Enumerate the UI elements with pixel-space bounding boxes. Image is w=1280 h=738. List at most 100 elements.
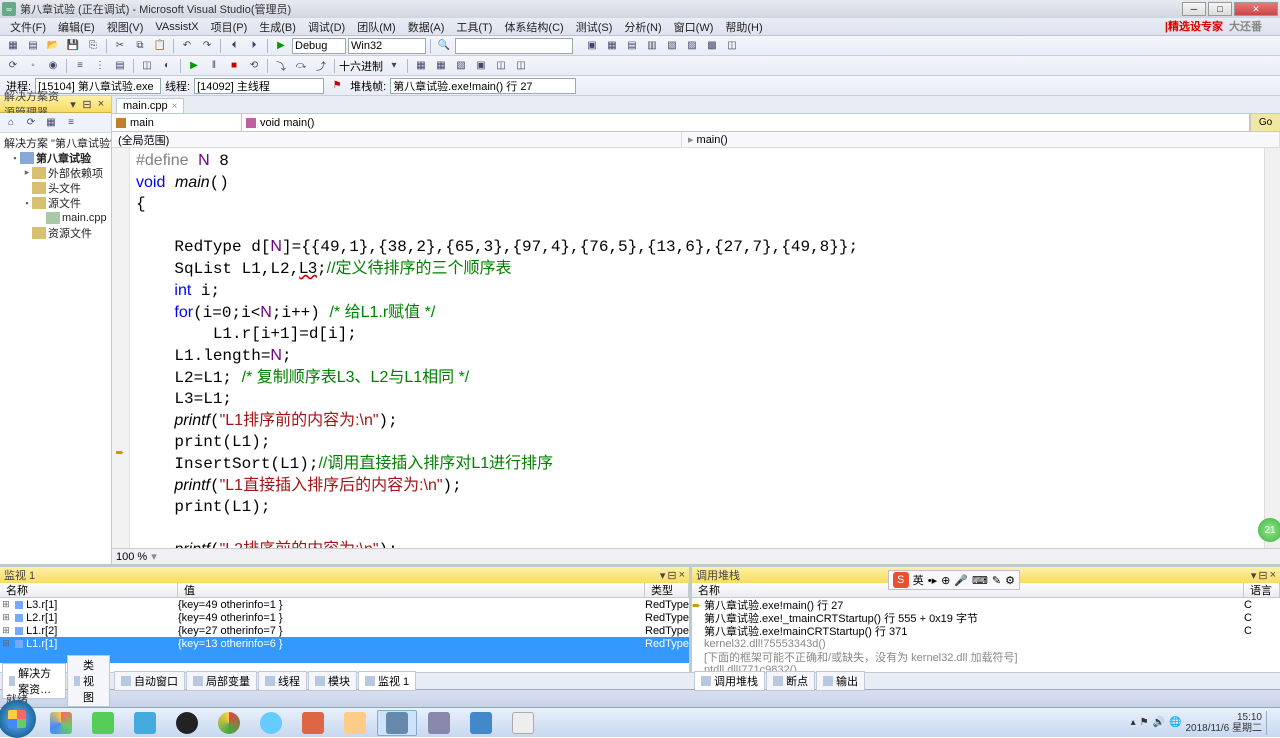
panel-close-icon[interactable]: ×: [95, 98, 107, 111]
menu-data[interactable]: 数据(A): [402, 19, 451, 35]
panel-dropdown-icon[interactable]: ▾: [67, 98, 79, 111]
dbg-x1-icon[interactable]: ▦: [412, 58, 430, 74]
dbg-x3-icon[interactable]: ▧: [452, 58, 470, 74]
ime-opt4-icon[interactable]: ⌨: [972, 574, 988, 587]
tool-c-icon[interactable]: ▤: [623, 38, 641, 54]
project-node[interactable]: 第八章试验: [36, 150, 91, 166]
btab-callstack[interactable]: 调用堆栈: [694, 671, 765, 691]
task-app2[interactable]: [419, 710, 459, 736]
btab-classview[interactable]: 类视图: [67, 655, 110, 707]
step-over-icon[interactable]: ⤼: [292, 58, 310, 74]
task-app3[interactable]: [503, 710, 543, 736]
thread-flag-icon[interactable]: ⚑: [328, 78, 346, 94]
watch-col-value[interactable]: 值: [178, 583, 645, 597]
step-into-icon[interactable]: ⤵: [272, 58, 290, 74]
btab-locals[interactable]: 局部变量: [186, 671, 257, 691]
tray-icon2[interactable]: 🔊: [1153, 717, 1165, 728]
dbg-f-icon[interactable]: ▤: [111, 58, 129, 74]
tool-g-icon[interactable]: ▩: [703, 38, 721, 54]
task-edge[interactable]: [251, 710, 291, 736]
folder-source[interactable]: 源文件: [48, 195, 81, 211]
cs-close-icon[interactable]: ×: [1270, 569, 1276, 582]
dbg-e-icon[interactable]: ⋮: [91, 58, 109, 74]
scope-left[interactable]: (全局范围): [112, 132, 682, 147]
panel-pin-icon[interactable]: ⊟: [81, 98, 93, 111]
step-out-icon[interactable]: ⤴: [312, 58, 330, 74]
watch-row[interactable]: ⊞ L1.r[2]{key=27 otherinfo=7 }RedType: [0, 624, 689, 637]
start-button[interactable]: [0, 700, 36, 738]
task-ie[interactable]: [125, 710, 165, 736]
dbg-x2-icon[interactable]: ▦: [432, 58, 450, 74]
system-clock[interactable]: 15:102018/11/6 星期二: [1185, 712, 1262, 734]
code-editor[interactable]: #define N 8 void main() { RedType d[N]={…: [112, 148, 1280, 548]
restart-icon[interactable]: ⟲: [245, 58, 263, 74]
solution-node[interactable]: 解决方案 "第八章试验": [4, 135, 111, 151]
menu-window[interactable]: 窗口(W): [668, 19, 720, 35]
find-combo[interactable]: [455, 38, 573, 54]
watch-col-type[interactable]: 类型: [645, 583, 689, 597]
sol-refresh-icon[interactable]: ⟳: [22, 115, 40, 131]
scope-class-combo[interactable]: main: [130, 117, 154, 129]
callstack-row[interactable]: [下面的框架可能不正确和/或缺失，没有为 kernel32.dll 加载符号]: [692, 650, 1280, 663]
thread-combo[interactable]: [14092] 主线程: [194, 78, 324, 94]
cs-col-lang[interactable]: 语言: [1244, 583, 1280, 597]
file-tab-main[interactable]: main.cpp×: [116, 98, 184, 113]
find-icon[interactable]: 🔍: [435, 38, 453, 54]
sol-showall-icon[interactable]: ▦: [42, 115, 60, 131]
continue-icon[interactable]: ▶: [185, 58, 203, 74]
dbg-x6-icon[interactable]: ◫: [512, 58, 530, 74]
menu-project[interactable]: 项目(P): [205, 19, 254, 35]
dbg-c-icon[interactable]: ◉: [44, 58, 62, 74]
frame-combo[interactable]: 第八章试验.exe!main() 行 27: [390, 78, 576, 94]
folder-resource[interactable]: 资源文件: [48, 225, 92, 241]
tool-h-icon[interactable]: ◫: [723, 38, 741, 54]
open-icon[interactable]: 📂: [44, 38, 62, 54]
menu-arch[interactable]: 体系结构(C): [498, 19, 569, 35]
tool-d-icon[interactable]: ▥: [643, 38, 661, 54]
ime-bar[interactable]: S 英 •▸ ⊕ 🎤 ⌨ ✎ ⚙: [888, 570, 1020, 590]
tool-f-icon[interactable]: ▨: [683, 38, 701, 54]
tray-icon3[interactable]: 🌐: [1169, 717, 1181, 728]
menu-view[interactable]: 视图(V): [101, 19, 150, 35]
watch-pin-icon[interactable]: ⊟: [667, 569, 676, 582]
platform-combo[interactable]: Win32: [348, 38, 426, 54]
menu-build[interactable]: 生成(B): [253, 19, 302, 35]
editor-gutter[interactable]: [112, 148, 130, 548]
zoom-combo[interactable]: 100 %: [116, 551, 147, 563]
stop-debug-icon[interactable]: ■: [225, 58, 243, 74]
close-button[interactable]: ✕: [1234, 2, 1278, 16]
btab-autos[interactable]: 自动窗口: [114, 671, 185, 691]
dbg-b-icon[interactable]: ◦: [24, 58, 42, 74]
watch-col-name[interactable]: 名称: [0, 583, 178, 597]
btab-modules[interactable]: 模块: [308, 671, 357, 691]
tool-e-icon[interactable]: ▧: [663, 38, 681, 54]
ime-opt5-icon[interactable]: ✎: [992, 574, 1001, 587]
menu-file[interactable]: 文件(F): [4, 19, 52, 35]
tool-a-icon[interactable]: ▣: [583, 38, 601, 54]
tab-close-icon[interactable]: ×: [172, 101, 178, 112]
new-project-icon[interactable]: ▦: [4, 38, 22, 54]
task-wechat[interactable]: [83, 710, 123, 736]
ime-opt6-icon[interactable]: ⚙: [1005, 574, 1015, 587]
config-combo[interactable]: Debug: [292, 38, 346, 54]
vertical-scrollbar[interactable]: [1264, 148, 1280, 548]
task-app1[interactable]: [41, 710, 81, 736]
show-desktop-button[interactable]: [1266, 711, 1274, 735]
dbg-x4-icon[interactable]: ▣: [472, 58, 490, 74]
dbg-h-icon[interactable]: ◐: [158, 58, 176, 74]
menu-vassist[interactable]: VAssistX: [149, 21, 204, 33]
paste-icon[interactable]: 📋: [151, 38, 169, 54]
menu-help[interactable]: 帮助(H): [719, 19, 768, 35]
watch-row[interactable]: ⊞ L2.r[1]{key=49 otherinfo=1 }RedType: [0, 611, 689, 624]
dbg-g-icon[interactable]: ◫: [138, 58, 156, 74]
menu-edit[interactable]: 编辑(E): [52, 19, 101, 35]
scope-member-combo[interactable]: void main(): [260, 117, 314, 129]
scope-right[interactable]: main(): [697, 134, 728, 146]
go-button[interactable]: Go: [1250, 114, 1280, 131]
maximize-button[interactable]: □: [1208, 2, 1232, 16]
ime-opt1-icon[interactable]: •▸: [928, 574, 937, 587]
watch-dropdown-icon[interactable]: ▾: [660, 569, 666, 582]
cut-icon[interactable]: ✂: [111, 38, 129, 54]
btab-watch1[interactable]: 监视 1: [358, 671, 416, 691]
add-item-icon[interactable]: ▤: [24, 38, 42, 54]
